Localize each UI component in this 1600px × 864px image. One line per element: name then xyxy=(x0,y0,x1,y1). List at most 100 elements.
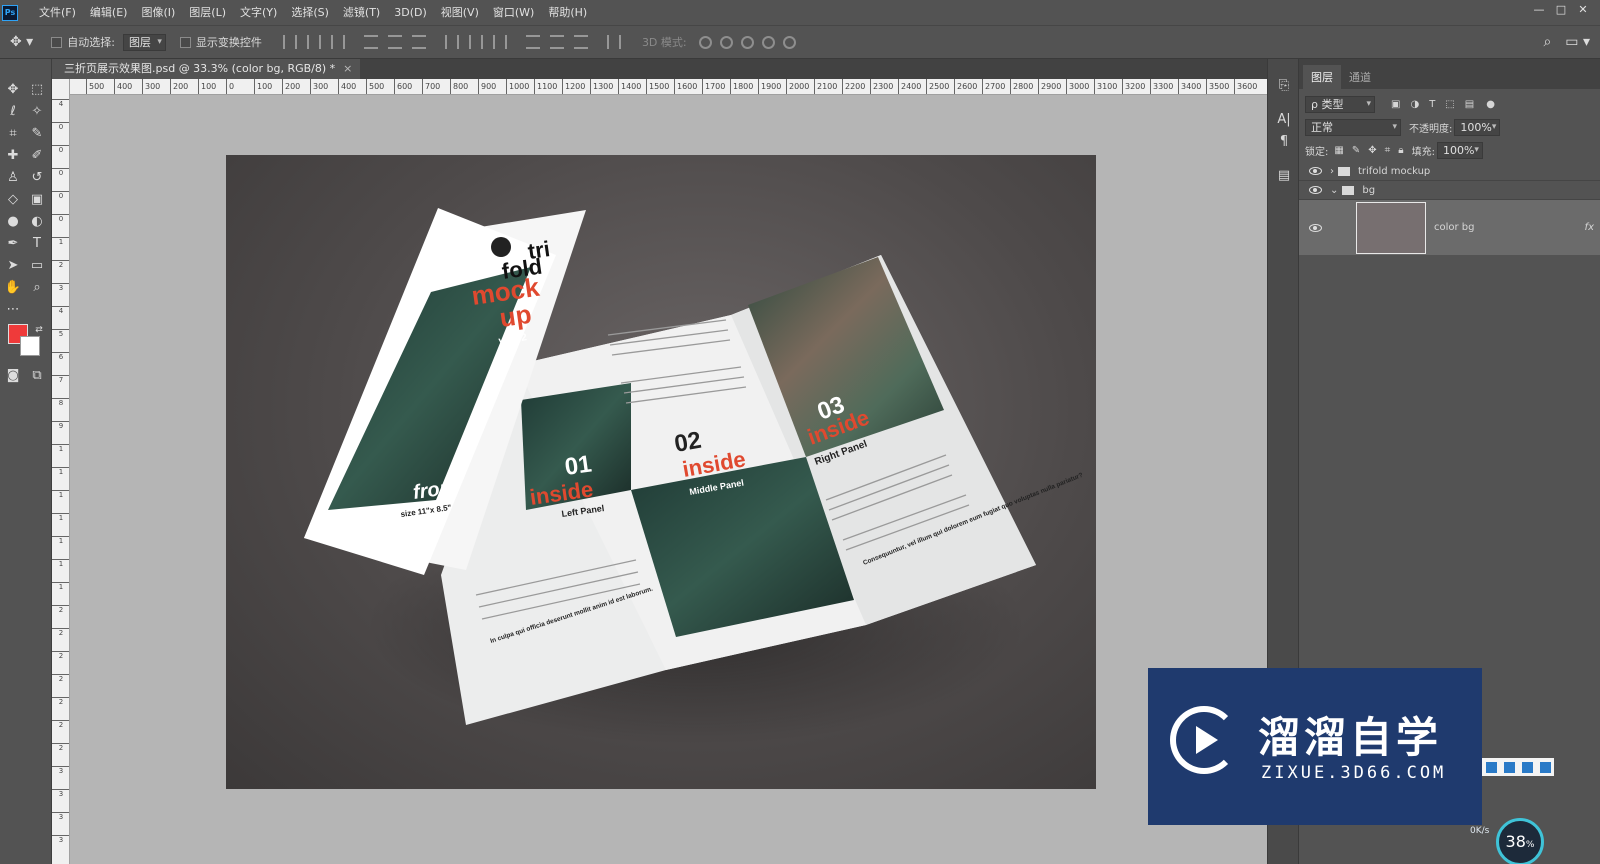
distribute-right-icon[interactable] xyxy=(573,35,588,49)
align-top-icon[interactable] xyxy=(282,35,297,49)
distribute-top-icon[interactable] xyxy=(444,35,459,49)
align-right-icon[interactable] xyxy=(411,35,426,49)
layer-row-color-bg[interactable]: color bg fx xyxy=(1299,200,1600,255)
filter-smart-icon[interactable]: ▤ xyxy=(1465,99,1474,110)
menu-item[interactable]: 图像(I) xyxy=(134,0,182,25)
align-left-icon[interactable] xyxy=(363,35,378,49)
menu-item[interactable]: 选择(S) xyxy=(284,0,336,25)
fill-input[interactable]: 100% xyxy=(1436,141,1483,159)
align-bottom-icon[interactable] xyxy=(330,35,345,49)
scale-3d-icon[interactable] xyxy=(782,35,796,49)
magic-wand-icon[interactable]: ✧ xyxy=(28,103,46,121)
lock-pixels-icon[interactable]: ▦ xyxy=(1334,145,1343,156)
speed-percentage[interactable]: 38% xyxy=(1496,818,1544,864)
opacity-input[interactable]: 100% xyxy=(1454,118,1501,136)
slide-3d-icon[interactable] xyxy=(761,35,775,49)
lasso-tool-icon[interactable]: ℓ xyxy=(4,103,22,121)
menu-item[interactable]: 滤镜(T) xyxy=(336,0,387,25)
distribute-bottom-icon[interactable] xyxy=(492,35,507,49)
history-brush-icon[interactable]: ↺ xyxy=(28,169,46,187)
menu-item[interactable]: 编辑(E) xyxy=(83,0,135,25)
gradient-tool-icon[interactable]: ▣ xyxy=(28,191,46,209)
filter-type-icon[interactable]: T xyxy=(1429,99,1435,110)
roll-3d-icon[interactable] xyxy=(719,35,733,49)
move-tool-preset[interactable]: ✥ ▾ xyxy=(10,34,33,50)
canvas-area[interactable]: 03 inside Right Panel 02 inside Middle P… xyxy=(70,95,1267,864)
menu-item[interactable]: 文件(F) xyxy=(32,0,83,25)
clone-stamp-icon[interactable]: ♙ xyxy=(4,169,22,187)
layer-row-trifold-mockup[interactable]: › trifold mockup xyxy=(1299,162,1600,181)
fx-icon[interactable]: fx xyxy=(1585,222,1594,233)
move-tool-icon[interactable]: ✥ xyxy=(4,81,22,99)
filter-pixel-icon[interactable]: ▣ xyxy=(1391,99,1400,110)
menu-item[interactable]: 文字(Y) xyxy=(233,0,284,25)
align-hcenter-icon[interactable] xyxy=(387,35,402,49)
distribute-hcenter-icon[interactable] xyxy=(549,35,564,49)
filter-toggle-icon[interactable]: ● xyxy=(1486,99,1495,110)
shirt-icon[interactable] xyxy=(1521,761,1533,773)
lock-all-icon[interactable]: 🔒︎ xyxy=(1398,145,1403,156)
properties-panel-icon[interactable]: ▤ xyxy=(1275,167,1293,185)
lock-move-icon[interactable]: ✥ xyxy=(1368,145,1376,156)
eyedropper-icon[interactable]: ✎ xyxy=(28,125,46,143)
distribute-left-icon[interactable] xyxy=(525,35,540,49)
blur-tool-icon[interactable]: ● xyxy=(4,213,22,231)
tab-channels[interactable]: 通道 xyxy=(1341,65,1379,89)
dodge-tool-icon[interactable]: ◐ xyxy=(28,213,46,231)
menu-item[interactable]: 3D(D) xyxy=(387,0,434,25)
layer-filter-select[interactable]: ρ 类型 xyxy=(1305,95,1375,113)
crop-tool-icon[interactable]: ⌗ xyxy=(4,125,22,143)
brush-tool-icon[interactable]: ✐ xyxy=(28,147,46,165)
history-panel-icon[interactable]: ⎘ xyxy=(1275,77,1293,95)
visibility-eye-icon[interactable] xyxy=(1309,167,1322,175)
filter-shape-icon[interactable]: ⬚ xyxy=(1445,99,1454,110)
expand-arrow-icon[interactable]: ⌄ xyxy=(1330,185,1338,196)
character-panel-icon[interactable]: A| xyxy=(1275,111,1293,129)
zoom-tool-icon[interactable]: ⌕ xyxy=(28,279,46,297)
swap-colors-icon[interactable]: ⇄ xyxy=(30,321,48,339)
more-tools-icon[interactable]: ⋯ xyxy=(4,301,22,319)
marquee-tool-icon[interactable]: ⬚ xyxy=(28,81,46,99)
tab-layers[interactable]: 图层 xyxy=(1303,65,1341,89)
background-color[interactable] xyxy=(20,336,40,356)
artboard[interactable]: 03 inside Right Panel 02 inside Middle P… xyxy=(226,155,1096,789)
workspace-icon[interactable]: ▭ ▾ xyxy=(1565,34,1590,50)
layer-row-bg[interactable]: ⌄ bg xyxy=(1299,181,1600,200)
path-select-icon[interactable]: ➤ xyxy=(4,257,22,275)
menu-item[interactable]: 帮助(H) xyxy=(541,0,594,25)
menu-item[interactable]: 图层(L) xyxy=(182,0,233,25)
hand-tool-icon[interactable]: ✋ xyxy=(4,279,22,297)
auto-select-option[interactable]: 自动选择: xyxy=(51,34,115,50)
auto-select-dropdown[interactable]: 图层 xyxy=(122,33,166,51)
healing-brush-icon[interactable]: ✚ xyxy=(4,147,22,165)
type-tool-icon[interactable]: T xyxy=(28,235,46,253)
pen-tool-icon[interactable]: ✒ xyxy=(4,235,22,253)
paragraph-panel-icon[interactable]: ¶ xyxy=(1275,133,1293,151)
lock-paint-icon[interactable]: ✎ xyxy=(1352,145,1360,156)
auto-select-checkbox[interactable] xyxy=(51,36,63,48)
lock-artboard-icon[interactable]: ⌗ xyxy=(1385,145,1391,156)
show-transform-checkbox[interactable] xyxy=(179,36,191,48)
close-window-button[interactable]: ✕ xyxy=(1572,0,1594,20)
visibility-eye-icon[interactable] xyxy=(1309,223,1322,232)
search-icon[interactable]: ⌕ xyxy=(1543,34,1551,50)
grid-icon[interactable] xyxy=(1539,761,1551,773)
document-tab[interactable]: 三折页展示效果图.psd @ 33.3% (color bg, RGB/8) *… xyxy=(52,59,361,79)
rectangle-tool-icon[interactable]: ▭ xyxy=(28,257,46,275)
screen-mode-icon[interactable]: ⧉ xyxy=(28,367,46,385)
minimize-button[interactable]: — xyxy=(1528,0,1550,20)
menu-item[interactable]: 窗口(W) xyxy=(486,0,541,25)
keyboard-icon[interactable] xyxy=(1485,761,1497,773)
filter-adjust-icon[interactable]: ◑ xyxy=(1410,99,1419,110)
eraser-tool-icon[interactable]: ◇ xyxy=(4,191,22,209)
visibility-eye-icon[interactable] xyxy=(1309,186,1322,194)
close-tab-icon[interactable]: × xyxy=(343,59,352,79)
menu-item[interactable]: 视图(V) xyxy=(434,0,486,25)
orbit-3d-icon[interactable] xyxy=(698,35,712,49)
blend-mode-select[interactable]: 正常 xyxy=(1305,118,1401,136)
distribute-vcenter-icon[interactable] xyxy=(468,35,483,49)
auto-align-icon[interactable] xyxy=(606,35,621,49)
maximize-button[interactable]: □ xyxy=(1550,0,1572,20)
show-transform-option[interactable]: 显示变换控件 xyxy=(179,34,262,50)
tool-icon[interactable] xyxy=(1503,761,1515,773)
